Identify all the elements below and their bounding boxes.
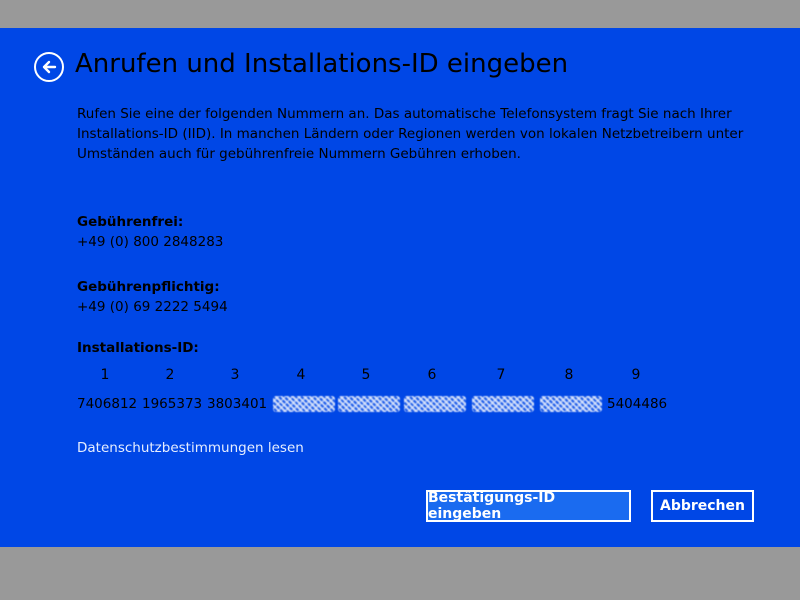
id-group-number: 9 <box>631 367 641 383</box>
top-frame <box>0 0 800 28</box>
cancel-button[interactable]: Abbrechen <box>651 490 754 522</box>
enter-confirmation-id-button[interactable]: Bestätigungs-ID eingeben <box>426 490 631 522</box>
id-group-number: 2 <box>165 367 175 383</box>
privacy-link[interactable]: Datenschutzbestimmungen lesen <box>77 440 304 456</box>
bottom-frame <box>0 547 800 600</box>
redacted-id-group <box>472 396 534 412</box>
page-title: Anrufen und Installations-ID eingeben <box>75 49 569 79</box>
back-button[interactable] <box>34 52 64 82</box>
id-group-value: 3803401 <box>207 396 268 412</box>
redacted-id-group <box>338 396 400 412</box>
redacted-id-group <box>404 396 466 412</box>
id-group-number: 1 <box>100 367 110 383</box>
id-group-number: 7 <box>496 367 506 383</box>
toll-number: +49 (0) 69 2222 5494 <box>77 299 228 315</box>
installation-id-label: Installations-ID: <box>77 340 199 356</box>
instructions-text: Rufen Sie eine der folgenden Nummern an.… <box>77 106 744 162</box>
id-group-value: 5404486 <box>607 396 668 412</box>
id-group-number: 5 <box>361 367 371 383</box>
id-group-value: 7406812 <box>77 396 138 412</box>
id-group-value: 1965373 <box>142 396 203 412</box>
toll-free-number: +49 (0) 800 2848283 <box>77 234 224 250</box>
id-group-number: 8 <box>564 367 574 383</box>
back-arrow-icon <box>42 60 57 74</box>
id-group-number: 6 <box>427 367 437 383</box>
redacted-id-group <box>540 396 602 412</box>
redacted-id-group <box>273 396 335 412</box>
id-group-number: 4 <box>296 367 306 383</box>
toll-free-label: Gebührenfrei: <box>77 214 184 230</box>
toll-label: Gebührenpflichtig: <box>77 279 220 295</box>
id-group-number: 3 <box>230 367 240 383</box>
